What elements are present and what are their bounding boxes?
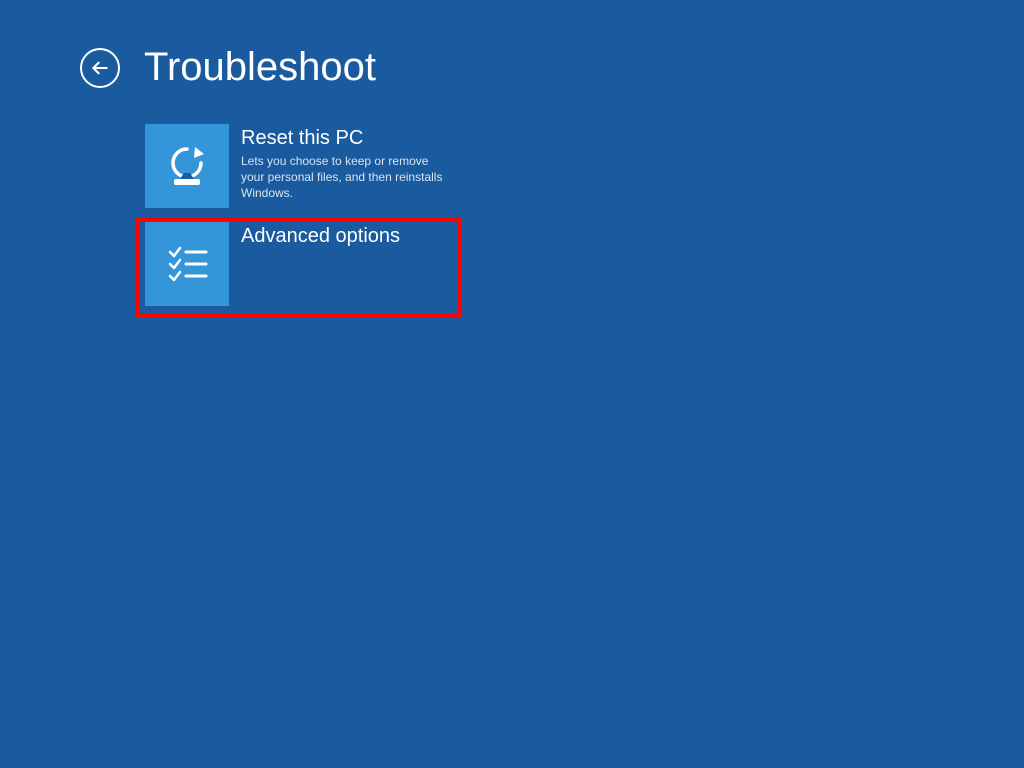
page-title: Troubleshoot xyxy=(144,45,376,90)
reset-pc-title: Reset this PC xyxy=(241,126,455,150)
option-advanced-options[interactable]: Advanced options xyxy=(145,222,455,306)
back-arrow-icon xyxy=(90,58,110,78)
checklist-icon xyxy=(164,241,210,287)
advanced-options-title: Advanced options xyxy=(241,224,455,248)
option-reset-pc[interactable]: Reset this PC Lets you choose to keep or… xyxy=(145,124,455,208)
advanced-options-icon-box xyxy=(145,222,229,306)
reset-pc-icon-box xyxy=(145,124,229,208)
reset-pc-description: Lets you choose to keep or remove your p… xyxy=(241,153,455,202)
back-button[interactable] xyxy=(80,48,120,88)
reset-pc-icon xyxy=(162,141,212,191)
